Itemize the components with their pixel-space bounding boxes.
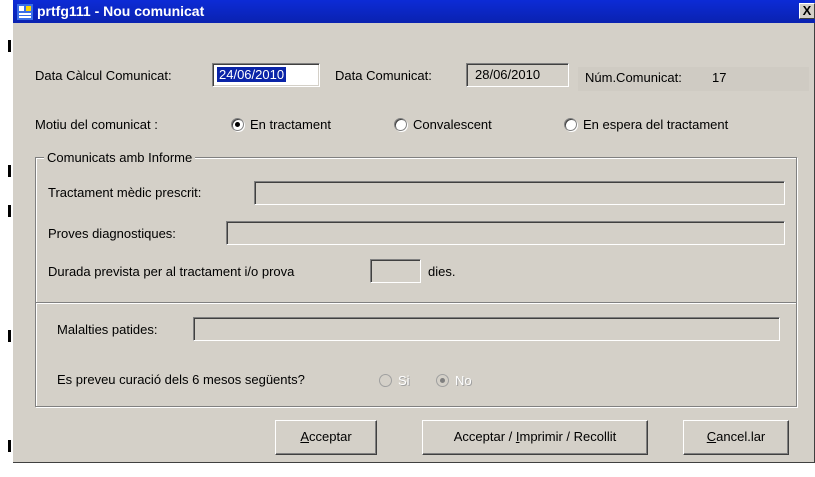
data-calcul-input[interactable]: 24/06/2010 bbox=[212, 63, 320, 87]
close-button[interactable]: X bbox=[799, 3, 815, 19]
num-comunicat-label: Núm.Comunicat: bbox=[585, 70, 682, 85]
acceptar-button[interactable]: Acceptar bbox=[275, 420, 377, 455]
proves-input[interactable] bbox=[226, 221, 785, 245]
cancelar-button[interactable]: Cancel.lar bbox=[683, 420, 789, 455]
durada-label: Durada prevista per al tractament i/o pr… bbox=[48, 264, 295, 279]
curacio-label: Es preveu curació dels 6 mesos següents? bbox=[57, 372, 305, 387]
dialog-window: prtfg111 - Nou comunicat X Data Càlcul C… bbox=[13, 0, 815, 463]
motiu-label: Motiu del comunicat : bbox=[35, 117, 158, 132]
acceptar-imprimir-button[interactable]: Acceptar / Imprimir / Recollit bbox=[422, 420, 648, 455]
background-mark bbox=[8, 165, 11, 177]
app-window-icon bbox=[17, 4, 33, 20]
background-mark bbox=[8, 330, 11, 342]
window-title: prtfg111 - Nou comunicat bbox=[37, 3, 205, 19]
data-calcul-label: Data Càlcul Comunicat: bbox=[35, 68, 172, 83]
data-comunicat-value: 28/06/2010 bbox=[475, 67, 541, 82]
radio-en-tractament-label[interactable]: En tractament bbox=[250, 117, 331, 132]
acceptar-imprimir-rest: mprimir / Recollit bbox=[519, 429, 617, 444]
cancelar-rest: ancel.lar bbox=[716, 429, 766, 444]
num-comunicat-value: 17 bbox=[712, 70, 727, 85]
radio-en-espera-label[interactable]: En espera del tractament bbox=[583, 117, 728, 132]
groupbox-legend: Comunicats amb Informe bbox=[44, 150, 196, 165]
close-icon: X bbox=[802, 3, 812, 18]
radio-convalescent[interactable] bbox=[394, 118, 407, 131]
proves-label: Proves diagnostiques: bbox=[48, 226, 176, 241]
background-mark bbox=[8, 40, 11, 52]
tractament-label: Tractament mèdic prescrit: bbox=[48, 185, 202, 200]
background-mark bbox=[8, 205, 11, 217]
malalties-input[interactable] bbox=[193, 317, 780, 341]
malalties-label: Malalties patides: bbox=[57, 322, 158, 337]
cancelar-mnemonic: C bbox=[706, 429, 717, 444]
data-comunicat-field: 28/06/2010 bbox=[466, 63, 569, 87]
radio-si[interactable] bbox=[379, 374, 392, 387]
acceptar-mnemonic: A bbox=[300, 429, 310, 444]
radio-no-label[interactable]: No bbox=[455, 373, 472, 388]
background-mark bbox=[8, 440, 11, 452]
radio-convalescent-label[interactable]: Convalescent bbox=[413, 117, 492, 132]
durada-input[interactable] bbox=[370, 259, 421, 283]
title-bar[interactable]: prtfg111 - Nou comunicat X bbox=[13, 0, 815, 23]
background-strip bbox=[0, 0, 13, 477]
radio-no[interactable] bbox=[436, 374, 449, 387]
radio-si-label[interactable]: Si bbox=[398, 373, 410, 388]
tractament-input[interactable] bbox=[254, 181, 785, 205]
radio-en-tractament[interactable] bbox=[231, 118, 244, 131]
acceptar-imprimir-prefix: Acceptar / bbox=[453, 429, 516, 444]
radio-en-espera[interactable] bbox=[564, 118, 577, 131]
groupbox-divider bbox=[36, 302, 796, 303]
data-comunicat-label: Data Comunicat: bbox=[335, 68, 432, 83]
data-calcul-value: 24/06/2010 bbox=[217, 67, 287, 82]
acceptar-rest: cceptar bbox=[309, 429, 352, 444]
durada-suffix: dies. bbox=[428, 264, 456, 279]
